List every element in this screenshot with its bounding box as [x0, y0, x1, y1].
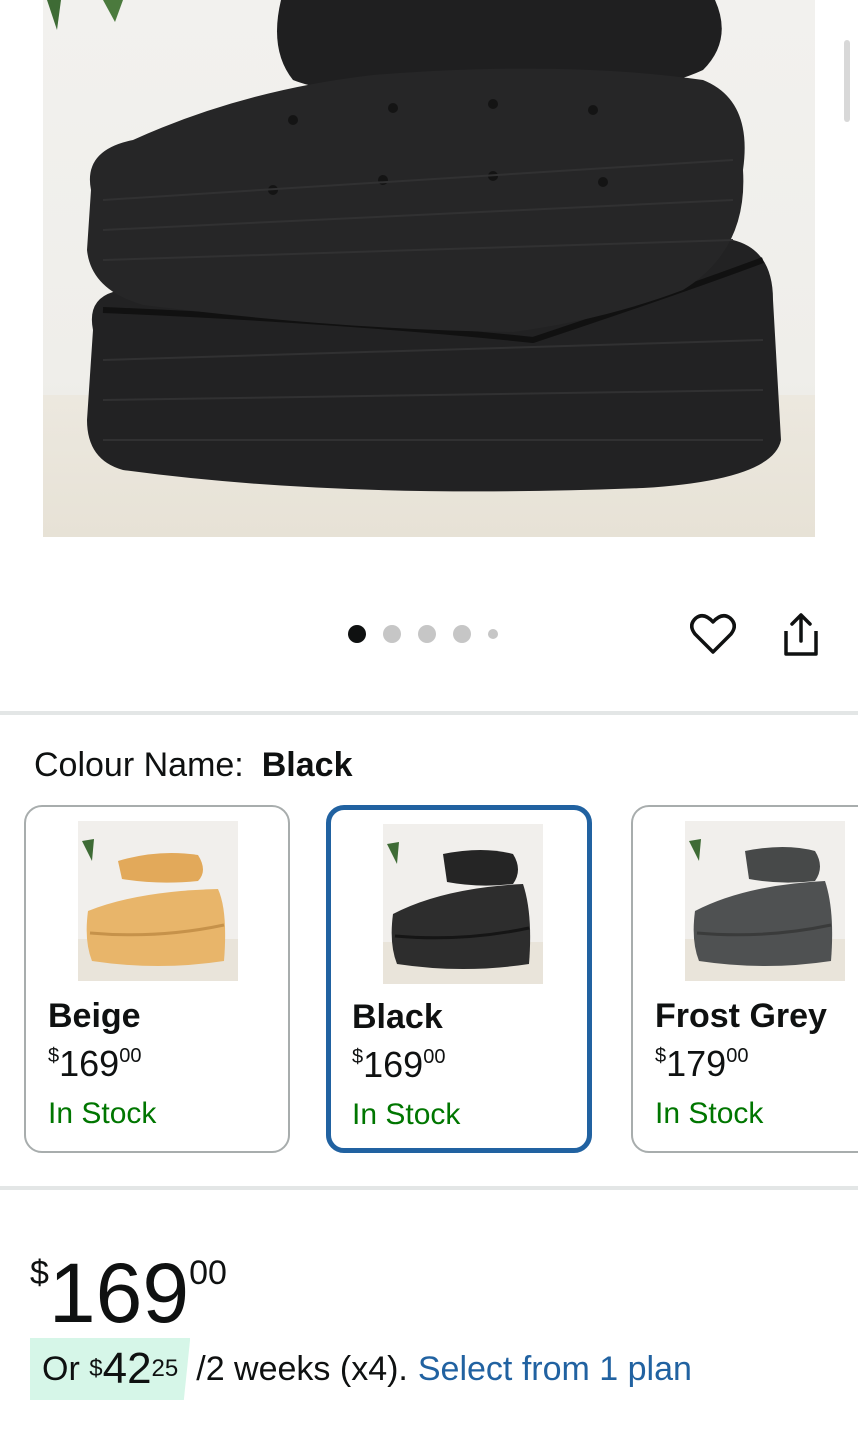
carousel-dot[interactable] — [488, 629, 498, 639]
swatch-price: $16900 — [48, 1043, 142, 1084]
colour-option-frost-grey[interactable]: Frost Grey $17900 In Stock — [631, 805, 858, 1153]
chair-illustration — [47, 0, 781, 492]
installment-plan: Or $42 25 /2 weeks (x4). Select from 1 pl… — [30, 1338, 692, 1400]
colour-name-row: Colour Name: Black — [34, 744, 352, 786]
swatch-name: Frost Grey — [655, 997, 827, 1035]
heart-icon — [690, 614, 736, 654]
share-icon — [784, 613, 818, 656]
price-fraction: 00 — [189, 1254, 227, 1292]
product-image[interactable] — [43, 0, 815, 537]
section-divider — [0, 711, 858, 715]
swatch-price: $17900 — [655, 1043, 749, 1084]
price-whole: 169 — [48, 1246, 190, 1340]
colour-option-beige[interactable]: Beige $16900 In Stock — [24, 805, 290, 1153]
swatch-stock-status: In Stock — [352, 1098, 461, 1131]
carousel-dot[interactable] — [418, 625, 436, 643]
swatch-stock-status: In Stock — [655, 1097, 764, 1130]
swatch-thumbnail — [78, 821, 238, 981]
swatch-name: Black — [352, 998, 443, 1036]
installment-badge: Or $42 25 — [30, 1338, 191, 1400]
image-carousel-dots[interactable] — [348, 624, 498, 644]
section-divider — [0, 1186, 858, 1190]
swatch-price: $16900 — [352, 1044, 446, 1085]
swatch-name: Beige — [48, 997, 141, 1035]
carousel-dot[interactable] — [383, 625, 401, 643]
installment-terms: /2 weeks (x4). — [196, 1349, 408, 1388]
scrollbar[interactable] — [844, 40, 850, 122]
wishlist-button[interactable] — [688, 609, 738, 659]
carousel-dot[interactable] — [453, 625, 471, 643]
colour-name-value: Black — [261, 746, 353, 784]
swatch-thumbnail — [383, 824, 543, 984]
select-plan-link[interactable]: Select from 1 plan — [418, 1350, 692, 1389]
colour-option-black[interactable]: Black $16900 In Stock — [326, 805, 592, 1153]
swatch-stock-status: In Stock — [48, 1097, 157, 1130]
product-price: $16900 — [30, 1228, 227, 1338]
price-currency: $ — [30, 1254, 49, 1292]
carousel-dot[interactable] — [348, 625, 366, 643]
share-button[interactable] — [776, 609, 826, 659]
swatch-thumbnail — [685, 821, 845, 981]
colour-name-label: Colour Name: — [34, 746, 244, 784]
